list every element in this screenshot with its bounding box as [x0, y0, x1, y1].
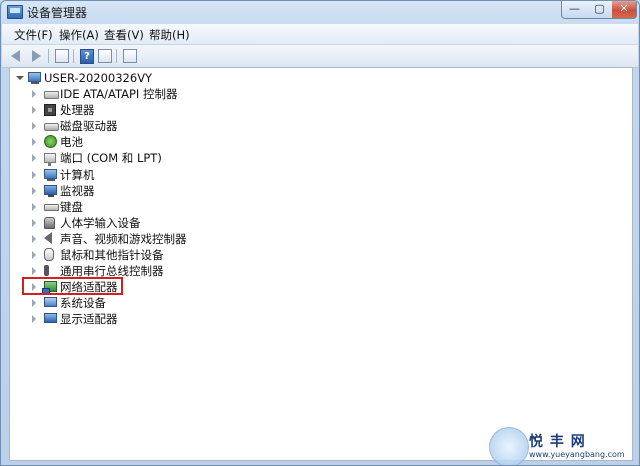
tree-item-label: 声音、视频和游戏控制器 [60, 231, 187, 246]
tree-item[interactable]: 磁盘驱动器 [32, 118, 292, 134]
tree-item[interactable]: 处理器 [32, 102, 292, 118]
collapse-chevron-icon[interactable] [16, 76, 24, 80]
monitor-icon [44, 184, 57, 197]
device-manager-icon [7, 5, 23, 19]
tree-item-label: 鼠标和其他指针设备 [60, 248, 164, 262]
disk-drive-icon [44, 123, 59, 132]
properties-icon[interactable] [55, 49, 69, 63]
tree-item-label: 显示适配器 [60, 312, 118, 327]
tree-item-label: 人体学输入设备 [60, 215, 141, 230]
expand-chevron-icon[interactable] [32, 251, 36, 259]
usb-icon [44, 265, 49, 277]
maximize-button[interactable]: ▢ [587, 1, 613, 19]
forward-arrow-icon[interactable] [32, 50, 41, 62]
keyboard-icon [44, 203, 59, 211]
expand-chevron-icon[interactable] [32, 315, 36, 324]
computer-root-icon [28, 72, 41, 84]
tree-item[interactable]: 声音、视频和游戏控制器 [32, 231, 292, 247]
tree-item-label: 键盘 [60, 199, 83, 214]
expand-chevron-icon[interactable] [32, 202, 36, 211]
battery-icon [44, 135, 57, 149]
toolbar-separator [73, 49, 74, 63]
toolbar-separator [48, 49, 49, 63]
menu-view[interactable]: 查看(V) [104, 27, 144, 43]
title-bar[interactable]: 设备管理器 — ▢ ✕ [1, 1, 639, 23]
highlight-annotation [22, 277, 123, 295]
toolbar-separator [116, 49, 117, 63]
tree-item-label: 计算机 [60, 167, 95, 182]
tree-root[interactable]: USER-20200326VY [16, 70, 316, 86]
watermark-name: 悦 丰 网 [529, 434, 586, 450]
tree-item[interactable]: 鼠标和其他指针设备 [32, 247, 292, 263]
close-button[interactable]: ✕ [612, 1, 637, 19]
tree-item[interactable]: 监视器 [32, 183, 292, 199]
expand-chevron-icon[interactable] [32, 234, 36, 243]
expand-chevron-icon[interactable] [32, 170, 36, 179]
menu-file[interactable]: 文件(F) [14, 27, 53, 43]
expand-chevron-icon[interactable] [32, 90, 36, 98]
help-icon[interactable]: ? [80, 49, 94, 64]
processor-icon [44, 104, 56, 117]
watermark-url: www.yueyangbang.com [529, 450, 625, 459]
tree-item[interactable]: 人体学输入设备 [32, 215, 292, 231]
ide-controller-icon [44, 91, 59, 99]
view-icon[interactable] [98, 49, 112, 63]
computer-icon [44, 168, 57, 181]
menu-help[interactable]: 帮助(H) [149, 27, 190, 43]
port-icon [44, 153, 56, 167]
expand-chevron-icon[interactable] [32, 106, 36, 115]
window-title: 设备管理器 [27, 6, 88, 20]
sound-icon [44, 231, 52, 244]
expand-chevron-icon[interactable] [32, 138, 36, 147]
expand-chevron-icon[interactable] [32, 267, 36, 276]
tree-item[interactable]: IDE ATA/ATAPI 控制器 [32, 86, 292, 102]
root-label: USER-20200326VY [44, 71, 153, 85]
tree-item[interactable]: 电池 [32, 134, 292, 150]
tree-item-label: 电池 [60, 135, 83, 150]
mouse-icon [44, 248, 54, 261]
expand-chevron-icon[interactable] [32, 299, 36, 308]
tree-item-label: 监视器 [60, 183, 95, 198]
tree-item[interactable]: 系统设备 [32, 295, 292, 311]
menu-action[interactable]: 操作(A) [59, 27, 99, 43]
hid-icon [44, 216, 55, 229]
device-tree[interactable]: USER-20200326VY IDE ATA/ATAPI 控制器 处理器 磁盘驱动… [9, 67, 633, 461]
tree-item[interactable]: 端口 (COM 和 LPT) [32, 150, 292, 167]
expand-chevron-icon[interactable] [32, 122, 36, 131]
device-manager-window: 设备管理器 — ▢ ✕ 文件(F) 操作(A) 查看(V) 帮助(H) ? US… [0, 0, 640, 466]
tree-item[interactable]: 键盘 [32, 199, 292, 215]
minimize-button[interactable]: — [561, 1, 588, 19]
expand-chevron-icon[interactable] [32, 186, 36, 195]
expand-chevron-icon[interactable] [32, 218, 36, 227]
expand-chevron-icon[interactable] [32, 154, 36, 163]
tree-item-label: 处理器 [60, 103, 95, 118]
display-adapter-icon [44, 313, 57, 324]
tree-item-label: 磁盘驱动器 [60, 119, 118, 134]
watermark-logo-icon [489, 427, 529, 465]
menu-bar: 文件(F) 操作(A) 查看(V) 帮助(H) [2, 24, 638, 45]
tree-item-label: IDE ATA/ATAPI 控制器 [60, 87, 178, 101]
system-device-icon [44, 297, 57, 308]
watermark: 悦 丰 网 www.yueyangbang.com [489, 427, 639, 465]
tree-item[interactable]: 显示适配器 [32, 311, 292, 327]
tree-item-label: 端口 (COM 和 LPT) [60, 151, 162, 166]
scan-hardware-icon[interactable] [123, 49, 137, 63]
toolbar: ? [2, 45, 638, 68]
back-arrow-icon[interactable] [11, 50, 20, 62]
tree-item[interactable]: 计算机 [32, 167, 292, 183]
tree-item-label: 系统设备 [60, 296, 106, 311]
